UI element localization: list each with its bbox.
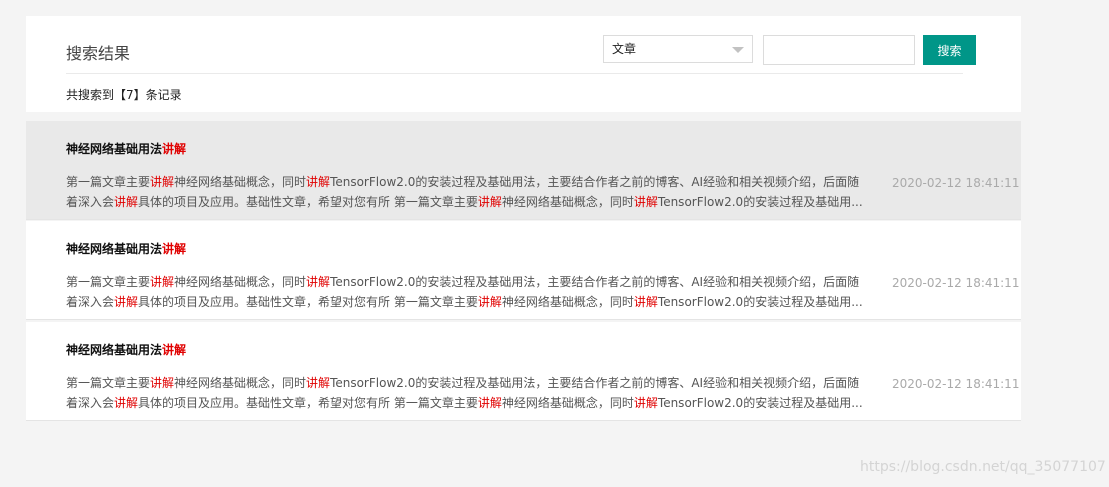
page-title: 搜索结果 <box>66 44 131 63</box>
category-select[interactable]: 文章 <box>603 35 753 63</box>
result-item[interactable]: 神经网络基础用法讲解 第一篇文章主要讲解神经网络基础概念，同时讲解TensorF… <box>26 121 1021 220</box>
search-input[interactable] <box>763 35 915 65</box>
result-count: 共搜索到【7】条记录 <box>66 88 182 102</box>
result-item[interactable]: 神经网络基础用法讲解 第一篇文章主要讲解神经网络基础概念，同时讲解TensorF… <box>26 322 1021 421</box>
category-select-value: 文章 <box>612 42 637 56</box>
result-description: 第一篇文章主要讲解神经网络基础概念，同时讲解TensorFlow2.0的安装过程… <box>66 175 863 209</box>
search-header-panel: 搜索结果 文章 搜索 共搜索到【7】条记录 <box>26 16 1021 112</box>
result-date: 2020-02-12 18:41:11 <box>892 176 1020 190</box>
watermark: https://blog.csdn.net/qq_35077107 <box>860 459 1106 475</box>
chevron-down-icon <box>732 47 744 53</box>
result-title[interactable]: 神经网络基础用法讲解 <box>66 240 186 257</box>
divider <box>66 73 963 74</box>
result-description: 第一篇文章主要讲解神经网络基础概念，同时讲解TensorFlow2.0的安装过程… <box>66 275 863 309</box>
result-description: 第一篇文章主要讲解神经网络基础概念，同时讲解TensorFlow2.0的安装过程… <box>66 376 863 410</box>
search-button[interactable]: 搜索 <box>923 35 976 65</box>
result-title[interactable]: 神经网络基础用法讲解 <box>66 341 186 358</box>
result-date: 2020-02-12 18:41:11 <box>892 377 1020 391</box>
result-item[interactable]: 神经网络基础用法讲解 第一篇文章主要讲解神经网络基础概念，同时讲解TensorF… <box>26 221 1021 320</box>
result-title[interactable]: 神经网络基础用法讲解 <box>66 140 186 157</box>
result-date: 2020-02-12 18:41:11 <box>892 276 1020 290</box>
